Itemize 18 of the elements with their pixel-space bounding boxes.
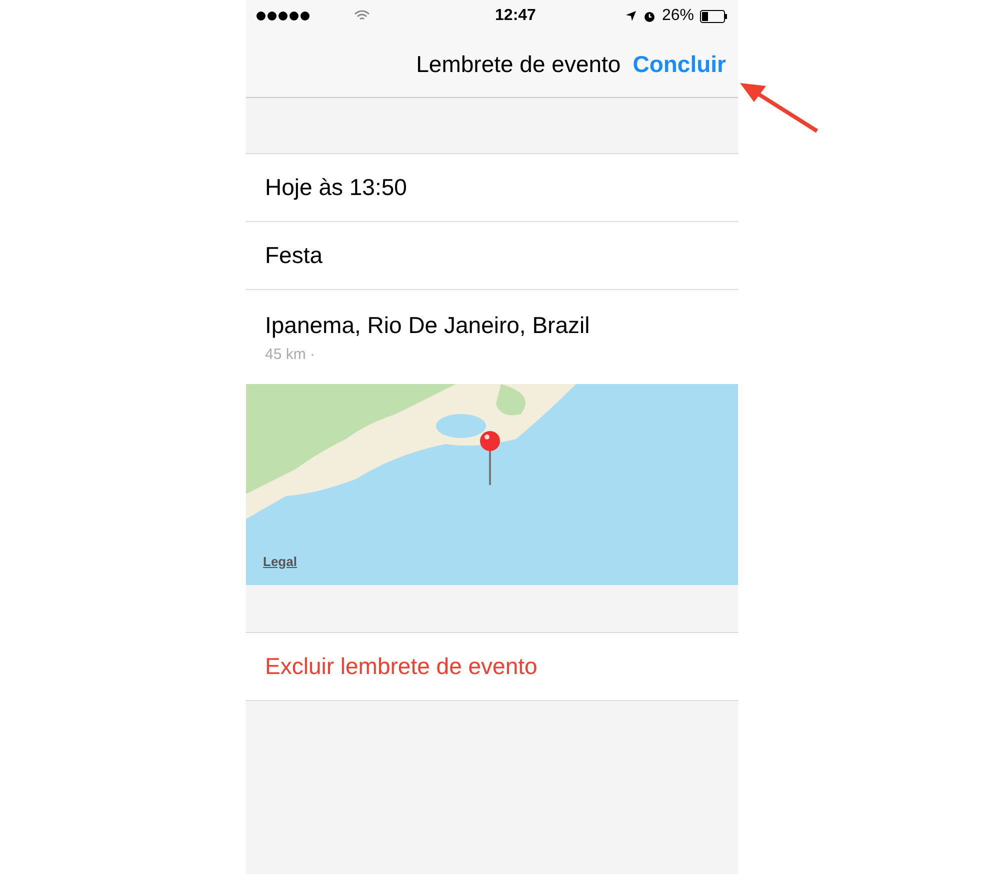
map-view[interactable]: Legal [246,384,738,585]
delete-reminder-button[interactable]: Excluir lembrete de evento [246,633,738,701]
legal-link[interactable]: Legal [263,552,297,571]
wifi-icon [354,10,370,22]
nav-title: Lembrete de evento [416,50,621,80]
signal-icon [256,11,312,21]
event-row[interactable]: Hoje às 13:50 [246,154,738,222]
battery-percent: 26% [662,6,694,26]
pointer-arrow-icon [738,80,820,134]
battery-icon [700,10,728,22]
location-name: Ipanema, Rio De Janeiro, Brazil [265,310,591,340]
location-distance: 45 km · [265,345,316,365]
map-pin-icon [480,431,500,487]
alarm-clock-icon [642,10,656,22]
event-row[interactable]: Festa [246,222,738,290]
done-button[interactable]: Concluir [632,47,726,82]
clock-time: 12:47 [494,6,537,26]
location-arrow-icon [624,10,637,22]
